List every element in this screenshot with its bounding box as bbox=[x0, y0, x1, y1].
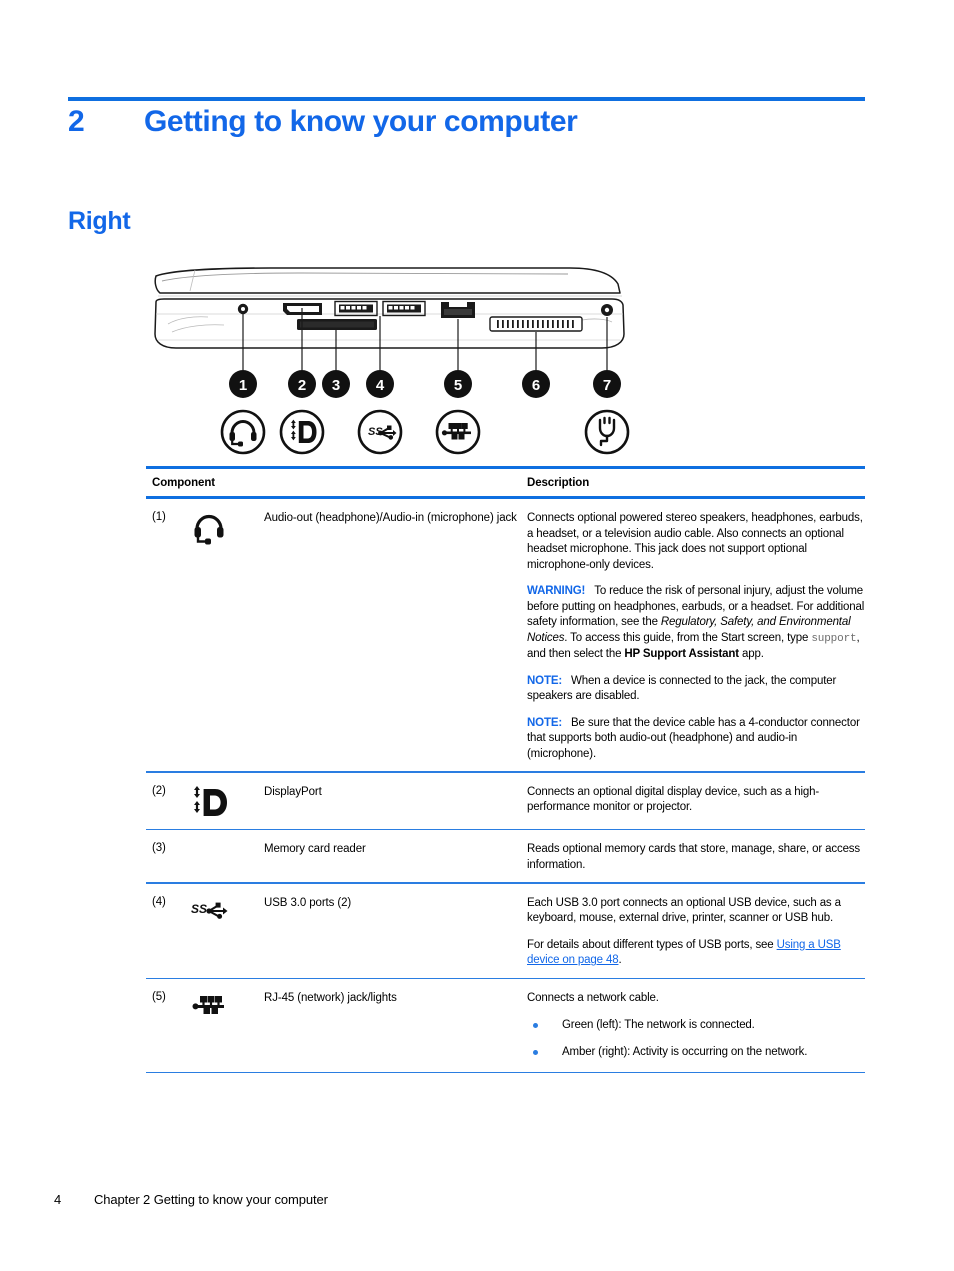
table-row: (1) Audio-out (headphone)/Audio-in (micr… bbox=[146, 499, 865, 771]
section-heading-right: Right bbox=[68, 207, 131, 235]
warning-app-name: HP Support Assistant bbox=[624, 648, 739, 660]
svg-text:2: 2 bbox=[298, 377, 306, 394]
svg-text:6: 6 bbox=[532, 377, 540, 394]
note-label: NOTE: bbox=[527, 716, 563, 729]
table-bottom-rule bbox=[146, 1071, 865, 1074]
row-description: Connects an optional digital display dev… bbox=[526, 784, 865, 816]
row-description: Reads optional memory cards that store, … bbox=[526, 841, 865, 873]
cross-reference-suffix: . bbox=[618, 954, 622, 967]
warning-paragraph: WARNING! To reduce the risk of personal i… bbox=[527, 584, 865, 663]
page-number: 4 bbox=[54, 1192, 62, 1207]
warning-text-b: . To access this guide, from the Start s… bbox=[564, 631, 812, 644]
note-paragraph: NOTE: Be sure that the device cable has a… bbox=[527, 716, 865, 763]
description-paragraph: Connects an optional digital display dev… bbox=[527, 785, 820, 814]
footer-chapter-text: Chapter 2 Getting to know your computer bbox=[94, 1192, 328, 1207]
svg-text:7: 7 bbox=[603, 377, 611, 394]
row-component-name: USB 3.0 ports (2) bbox=[264, 896, 352, 909]
row-component-name: Memory card reader bbox=[264, 843, 366, 856]
row-component-name: Audio-out (headphone)/Audio-in (micropho… bbox=[264, 512, 517, 524]
note-text: When a device is connected to the jack, … bbox=[527, 674, 837, 703]
svg-text:SS: SS bbox=[191, 902, 207, 916]
row-component-name: RJ-45 (network) jack/lights bbox=[264, 992, 397, 1005]
note-label: NOTE: bbox=[527, 674, 563, 687]
svg-text:4: 4 bbox=[376, 377, 385, 394]
warning-command-text: support bbox=[811, 632, 857, 645]
components-table: Component Description (1) Audio-out (hea… bbox=[146, 466, 865, 1074]
description-paragraph: Reads optional memory cards that store, … bbox=[527, 843, 861, 871]
rj45-network-icon bbox=[191, 990, 264, 1022]
note-text: Be sure that the device cable has a 4-co… bbox=[527, 716, 860, 760]
row-description: Connects optional powered stereo speaker… bbox=[526, 510, 865, 762]
list-item: Amber (right): Activity is occurring on … bbox=[527, 1045, 865, 1061]
list-item: Green (left): The network is connected. bbox=[527, 1018, 865, 1034]
svg-text:1: 1 bbox=[239, 377, 247, 394]
row-callout-number: (2) bbox=[152, 784, 166, 797]
row-icon-empty bbox=[191, 841, 264, 843]
warning-text-d: app. bbox=[738, 648, 764, 660]
table-row: (2) DisplayPort Connects an optional dig… bbox=[146, 773, 865, 829]
header-description: Description bbox=[527, 477, 590, 489]
header-component: Component bbox=[152, 477, 215, 489]
cross-reference-paragraph: For details about different types of USB… bbox=[527, 938, 865, 969]
chapter-heading: 2 Getting to know your computer bbox=[68, 105, 868, 139]
chapter-title: Getting to know your computer bbox=[144, 105, 578, 138]
description-paragraph: Each USB 3.0 port connects an optional U… bbox=[527, 896, 841, 925]
table-header-row: Component Description bbox=[146, 469, 865, 496]
headset-icon bbox=[191, 510, 264, 546]
note-paragraph: NOTE: When a device is connected to the j… bbox=[527, 674, 865, 705]
table-row: (4) SS USB 3.0 ports (2) Each USB 3.0 po… bbox=[146, 884, 865, 978]
warning-label: WARNING! bbox=[527, 585, 586, 597]
row-callout-number: (4) bbox=[152, 895, 166, 908]
row-callout-number: (1) bbox=[152, 511, 166, 523]
row-component-name: DisplayPort bbox=[264, 785, 322, 798]
chapter-top-rule bbox=[68, 97, 865, 101]
row-description: Connects a network cable. Green (left): … bbox=[526, 990, 865, 1063]
network-light-list: Green (left): The network is connected. … bbox=[527, 1018, 865, 1061]
chapter-number: 2 bbox=[68, 105, 85, 138]
table-row: (3) Memory card reader Reads optional me… bbox=[146, 830, 865, 882]
displayport-icon bbox=[191, 784, 264, 820]
page-footer: 4 Chapter 2 Getting to know your compute… bbox=[54, 1192, 328, 1207]
description-paragraph: Connects a network cable. bbox=[527, 992, 659, 1005]
row-callout-number: (3) bbox=[152, 842, 166, 855]
svg-text:3: 3 bbox=[332, 377, 340, 394]
document-page: 2 Getting to know your computer Right 1 … bbox=[0, 0, 954, 1271]
description-paragraph: Connects optional powered stereo speaker… bbox=[527, 512, 863, 571]
cross-reference-prefix: For details about different types of USB… bbox=[527, 938, 777, 951]
table-row: (5) RJ-45 (network) jack/lights Connects… bbox=[146, 979, 865, 1072]
usb-superspeed-icon: SS bbox=[191, 895, 264, 925]
row-description: Each USB 3.0 port connects an optional U… bbox=[526, 895, 865, 969]
row-callout-number: (5) bbox=[152, 991, 166, 1004]
svg-text:5: 5 bbox=[454, 377, 462, 394]
right-side-computer-illustration: 1 2 3 4 5 6 7 SS bbox=[150, 262, 630, 462]
